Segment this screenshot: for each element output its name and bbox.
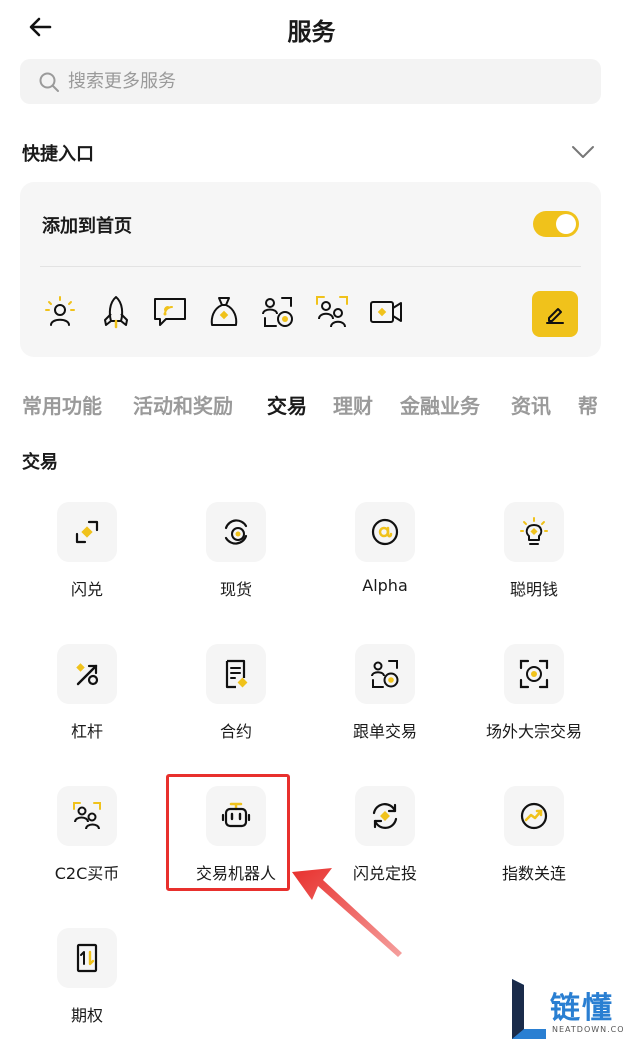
service-icon-box	[206, 644, 266, 704]
watermark-text: 链懂	[550, 991, 614, 1026]
quick-entry-title: 快捷入口	[22, 144, 94, 165]
service-icon-box	[57, 502, 117, 562]
toggle-knob	[556, 214, 576, 234]
search-icon	[39, 72, 59, 92]
service-label: 指数关连	[501, 864, 566, 883]
service-label: 合约	[219, 722, 252, 741]
service-icon-box	[355, 502, 415, 562]
smart-money-bulb-icon	[520, 517, 548, 545]
edit-button[interactable]	[532, 291, 578, 337]
contract-document-icon	[225, 659, 248, 689]
leverage-percent-icon	[76, 663, 99, 686]
divider	[40, 266, 581, 267]
options-icon	[76, 943, 98, 973]
service-icon-box	[57, 928, 117, 988]
page-title: 服务	[287, 18, 336, 46]
search-input[interactable]	[68, 59, 568, 104]
service-label: 闪兑	[70, 580, 103, 599]
service-label: 跟单交易	[352, 722, 417, 741]
pencil-icon	[546, 308, 564, 324]
service-label: C2C买币	[54, 864, 120, 883]
service-alpha[interactable]: Alpha	[310, 502, 460, 622]
tab-common[interactable]: 常用功能	[22, 390, 102, 419]
service-spot[interactable]: 现货	[161, 502, 311, 622]
add-to-home-toggle[interactable]	[533, 211, 579, 237]
alpha-icon	[371, 518, 399, 546]
service-label: 期权	[70, 1006, 103, 1025]
tab-news[interactable]: 资讯	[511, 390, 551, 419]
service-flash-swap[interactable]: 闪兑	[12, 502, 162, 622]
service-label: Alpha	[362, 576, 408, 595]
service-copy-trading[interactable]: 跟单交易	[310, 644, 460, 764]
service-label: 杠杆	[70, 722, 103, 741]
service-icon-box	[206, 502, 266, 562]
highlight-box	[166, 774, 290, 891]
collapse-button[interactable]	[568, 138, 598, 166]
otc-block-trade-icon	[519, 659, 549, 689]
quick-entry-card: 添加到首页	[20, 182, 601, 357]
video-camera-icon[interactable]	[368, 294, 404, 330]
c2c-users-icon[interactable]	[314, 294, 350, 330]
watermark-logo-icon	[512, 979, 546, 1039]
service-otc-block[interactable]: 场外大宗交易	[459, 644, 609, 764]
chevron-down-icon	[572, 146, 594, 158]
service-icon-box	[504, 786, 564, 846]
search-bar[interactable]	[20, 59, 601, 104]
chat-signal-icon[interactable]	[152, 294, 188, 330]
lightbulb-person-icon[interactable]	[42, 294, 78, 330]
watermark-subtext: NEATDOWN.COM	[552, 1025, 623, 1034]
service-icon-box	[57, 644, 117, 704]
spot-icon	[224, 519, 248, 545]
c2c-buy-icon	[73, 802, 101, 830]
service-options[interactable]: 期权	[12, 928, 162, 1045]
annotation-arrow-icon	[292, 868, 402, 957]
flash-swap-icon	[75, 520, 99, 544]
service-c2c[interactable]: C2C买币	[12, 786, 162, 906]
copy-trade-icon[interactable]	[260, 294, 296, 330]
service-label: 现货	[219, 580, 252, 599]
category-tabs: 常用功能 活动和奖励 交易 理财 金融业务 资讯 帮	[0, 390, 623, 426]
add-to-home-label: 添加到首页	[42, 216, 132, 237]
trade-group-title: 交易	[22, 452, 58, 473]
header: 服务	[0, 0, 623, 56]
service-icon-box	[355, 786, 415, 846]
tab-trade[interactable]: 交易	[267, 390, 307, 419]
index-link-icon	[520, 802, 548, 830]
service-icon-box	[504, 502, 564, 562]
service-icon-box	[57, 786, 117, 846]
watermark: 链懂 NEATDOWN.COM	[508, 975, 623, 1041]
service-label: 场外大宗交易	[485, 722, 582, 741]
money-bag-icon[interactable]	[206, 294, 242, 330]
tab-help[interactable]: 帮	[578, 390, 598, 419]
copy-trading-icon	[371, 660, 399, 688]
tab-activities[interactable]: 活动和奖励	[133, 390, 233, 419]
service-contract[interactable]: 合约	[161, 644, 311, 764]
service-icon-box	[355, 644, 415, 704]
tab-finance[interactable]: 金融业务	[400, 390, 480, 419]
service-leverage[interactable]: 杠杆	[12, 644, 162, 764]
tab-earn[interactable]: 理财	[333, 390, 373, 419]
service-label: 聪明钱	[509, 580, 558, 599]
service-smart-money[interactable]: 聪明钱	[459, 502, 609, 622]
rocket-icon[interactable]	[98, 294, 134, 330]
service-index-link[interactable]: 指数关连	[459, 786, 609, 906]
recurring-swap-icon	[372, 803, 398, 829]
service-icon-box	[504, 644, 564, 704]
